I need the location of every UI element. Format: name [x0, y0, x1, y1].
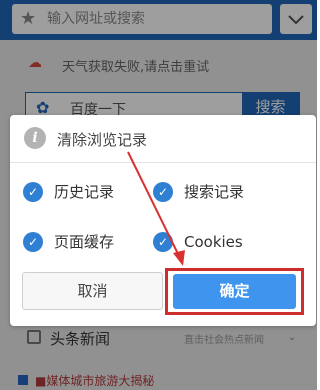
option-label: 历史记录	[54, 183, 115, 201]
option-label: 搜索记录	[184, 183, 245, 201]
confirm-button[interactable]: 确定	[173, 274, 296, 309]
check-icon[interactable]: ✓	[153, 232, 173, 252]
dialog-header: i 清除浏览记录	[10, 115, 316, 163]
check-icon[interactable]: ✓	[153, 182, 173, 202]
browser-screen: ★ 输入网址或搜索 ☁ 天气获取失败,请点击重试 ✿ 百度一下 搜索 头条新闻 …	[0, 0, 317, 390]
option-search-records[interactable]: ✓ 搜索记录	[153, 182, 273, 206]
option-label: Cookies	[184, 233, 243, 251]
option-cookies[interactable]: ✓ Cookies	[153, 232, 273, 256]
option-label: 页面缓存	[54, 233, 115, 251]
cancel-button[interactable]: 取消	[22, 272, 163, 310]
clear-history-dialog: i 清除浏览记录 ✓ 历史记录 ✓ 搜索记录 ✓ 页面缓存 ✓ Cookies …	[10, 115, 316, 326]
option-page-cache[interactable]: ✓ 页面缓存	[23, 232, 143, 256]
check-icon[interactable]: ✓	[23, 182, 43, 202]
info-icon: i	[24, 127, 46, 149]
confirm-highlight-box: 确定	[165, 268, 304, 315]
check-icon[interactable]: ✓	[23, 232, 43, 252]
dialog-title: 清除浏览记录	[57, 131, 148, 149]
option-history[interactable]: ✓ 历史记录	[23, 182, 143, 206]
